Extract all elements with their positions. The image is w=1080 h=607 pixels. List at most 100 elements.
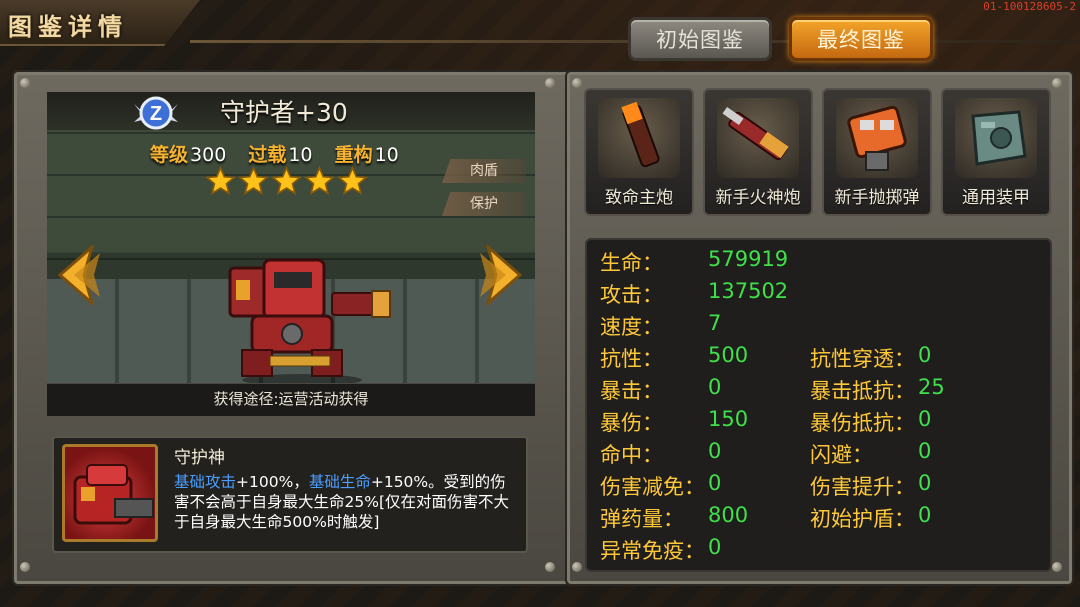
attribute-value: 0	[708, 471, 722, 495]
attribute-row: 闪避： 0	[810, 439, 931, 469]
attribute-value: 25	[918, 375, 945, 399]
attribute-value: 0	[708, 439, 722, 463]
attribute-value: 0	[918, 503, 932, 527]
bolt-icon	[20, 562, 30, 572]
attribute-row: 暴伤： 150	[600, 407, 748, 437]
hero-stats-line: 等级 300 过载 10 重构 10	[150, 140, 415, 167]
attribute-value: 150	[708, 407, 749, 431]
equipment-slot-vulcan[interactable]: 新手火神炮	[703, 88, 813, 216]
equipment-label: 通用装甲	[962, 188, 1030, 208]
vulcan-gun-icon	[722, 106, 789, 161]
skill-desc-part1: +100%，	[236, 473, 309, 491]
attribute-row: 速度： 7	[600, 311, 721, 341]
server-id: 01-100128605-2	[983, 0, 1076, 13]
attribute-row: 生命： 579919	[600, 247, 788, 277]
rank-badge-letter: Z	[150, 103, 162, 125]
attribute-label: 抗性穿透：	[810, 347, 915, 371]
role-tag-tank: 肉盾	[442, 159, 526, 183]
attribute-label: 抗性：	[600, 347, 663, 371]
attribute-value: 579919	[708, 247, 789, 271]
attribute-value: 0	[708, 375, 722, 399]
attribute-value: 0	[918, 343, 932, 367]
bolt-icon	[545, 78, 555, 88]
skill-icon[interactable]	[62, 444, 158, 542]
page-title: 图鉴详情	[8, 13, 128, 41]
attribute-row: 初始护盾： 0	[810, 503, 931, 533]
attribute-label: 弹药量：	[600, 507, 684, 531]
bolt-icon	[20, 78, 30, 88]
equipment-icon-frame	[955, 98, 1037, 178]
attribute-value: 137502	[708, 279, 789, 303]
bolt-icon	[572, 78, 582, 88]
attribute-value: 0	[918, 471, 932, 495]
bolt-icon	[572, 562, 582, 572]
armor-icon	[971, 110, 1027, 166]
attribute-label: 伤害减免：	[600, 475, 705, 499]
next-hero-arrow-icon[interactable]	[478, 245, 528, 305]
attribute-row: 命中： 0	[600, 439, 721, 469]
attribute-label: 攻击：	[600, 283, 663, 307]
grenade-launcher-icon	[847, 105, 907, 171]
hero-name: 守护者+30	[220, 98, 348, 127]
equipment-icon-frame	[598, 98, 680, 178]
attribute-value: 0	[918, 439, 932, 463]
tab-final-codex[interactable]: 最终图鉴	[789, 17, 933, 61]
attribute-row: 弹药量： 800	[600, 503, 748, 533]
attribute-row: 伤害提升： 0	[810, 471, 931, 501]
tab-initial-codex[interactable]: 初始图鉴	[628, 17, 772, 61]
attribute-label: 命中：	[600, 443, 663, 467]
equipment-slot-grenade[interactable]: 新手抛掷弹	[822, 88, 932, 216]
attribute-label: 生命：	[600, 251, 663, 275]
attribute-label: 暴伤抵抗：	[810, 411, 915, 435]
prev-hero-arrow-icon[interactable]	[52, 245, 102, 305]
equipment-icon-frame	[717, 98, 799, 178]
attribute-label: 暴击：	[600, 379, 663, 403]
skill-name: 守护神	[174, 448, 225, 468]
equipment-label: 新手火神炮	[715, 188, 801, 208]
equipment-icon-frame	[836, 98, 918, 178]
skill-description: 基础攻击+100%，基础生命+150%。受到的伤害不会高于自身最大生命25%[仅…	[174, 472, 514, 548]
role-tag-protect: 保护	[442, 192, 526, 216]
star-icon	[271, 166, 302, 195]
attribute-value: 800	[708, 503, 749, 527]
attribute-row: 伤害减免： 0	[600, 471, 721, 501]
equipment-label: 新手抛掷弹	[834, 188, 920, 208]
attribute-row: 暴伤抵抗： 0	[810, 407, 931, 437]
attribute-row: 异常免疫： 0	[600, 535, 721, 565]
attribute-label: 速度：	[600, 315, 663, 339]
bolt-icon	[1052, 78, 1062, 88]
attribute-value: 0	[918, 407, 932, 431]
hero-robot-model	[228, 258, 391, 386]
z-rank-badge-icon: Z	[134, 96, 178, 130]
equipment-slot-main-cannon[interactable]: 致命主炮	[584, 88, 694, 216]
overload-label: 过载	[248, 144, 287, 166]
attribute-row: 攻击： 137502	[600, 279, 788, 309]
attribute-label: 暴伤：	[600, 411, 663, 435]
acquisition-source: 获得途径:运营活动获得	[47, 383, 535, 416]
star-icon	[205, 166, 236, 195]
guardian-fist-icon	[73, 464, 154, 525]
star-rating	[205, 166, 368, 196]
attribute-value: 0	[708, 535, 722, 559]
rebuild-value: 10	[374, 144, 399, 166]
level-label: 等级	[150, 144, 189, 166]
skill-highlight-attack: 基础攻击	[174, 473, 237, 491]
bolt-icon	[545, 562, 555, 572]
bolt-icon	[1052, 562, 1062, 572]
attribute-label: 伤害提升：	[810, 475, 915, 499]
level-value: 300	[190, 144, 227, 166]
star-icon	[238, 166, 269, 195]
star-icon	[304, 166, 335, 195]
attribute-row: 暴击： 0	[600, 375, 721, 405]
attribute-label: 异常免疫：	[600, 539, 705, 563]
skill-highlight-hp: 基础生命	[308, 473, 371, 491]
attribute-row: 抗性穿透： 0	[810, 343, 931, 373]
attribute-value: 500	[708, 343, 749, 367]
equipment-slot-armor[interactable]: 通用装甲	[941, 88, 1051, 216]
attribute-label: 闪避：	[810, 443, 873, 467]
overload-value: 10	[288, 144, 313, 166]
attribute-label: 初始护盾：	[810, 507, 915, 531]
equipment-label: 致命主炮	[605, 188, 673, 208]
star-icon	[337, 166, 368, 195]
cannon-icon	[621, 101, 660, 168]
